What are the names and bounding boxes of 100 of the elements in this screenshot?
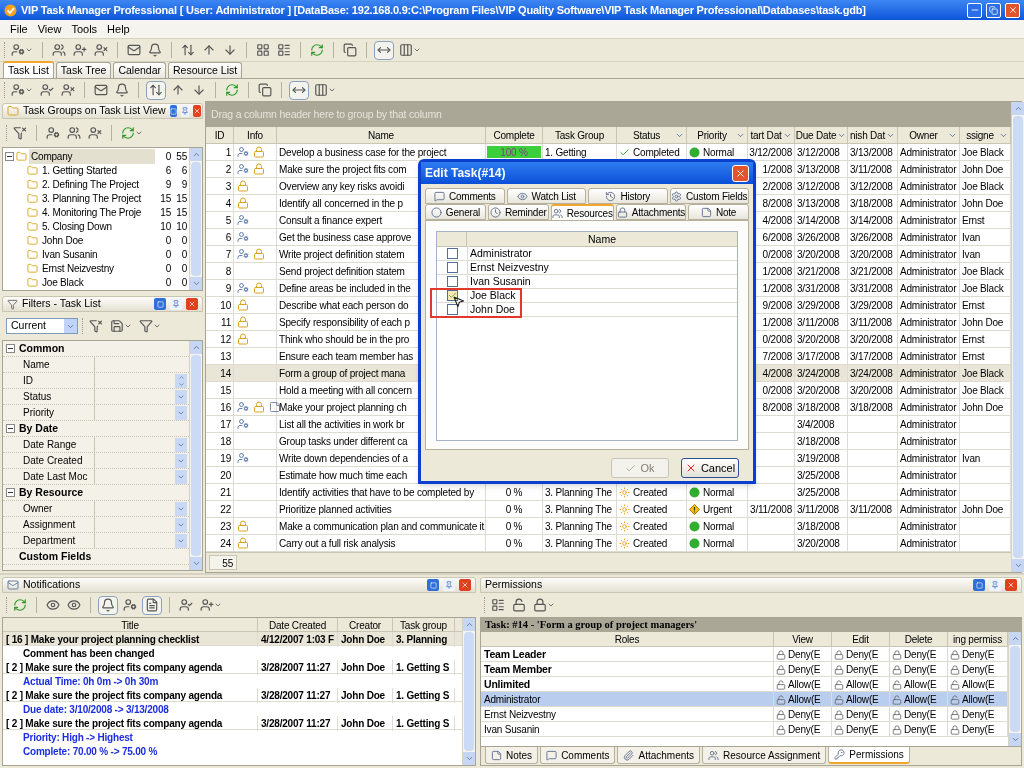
task-row[interactable]: 23 Make a communication plan and communicate it 0 % 3. Planning The Created Normal 3/18/2008 Administrator <box>206 518 1011 535</box>
column-header[interactable]: Due Date <box>795 127 848 143</box>
permission-row[interactable]: Unlimited Allow(E Allow(E Allow(E Allow(E <box>481 677 1008 692</box>
menu-item[interactable]: View <box>37 20 62 38</box>
dialog-tab[interactable]: Comments <box>425 188 505 204</box>
view-tab[interactable]: Calendar <box>113 62 166 78</box>
tree-item[interactable]: 2. Defining The Project <box>40 176 155 192</box>
menu-item[interactable]: Help <box>107 20 130 38</box>
task-row[interactable]: 21 Identify activities that have to be completed by 0 % 3. Planning The Created Normal 3/25/2008 Administrator <box>206 484 1011 501</box>
scroll-down-icon[interactable] <box>464 754 474 763</box>
view-tab[interactable]: Task Tree <box>55 62 112 78</box>
cancel-button[interactable]: Cancel <box>681 458 739 478</box>
person-icon[interactable] <box>551 207 563 219</box>
lock-icon[interactable] <box>616 206 628 218</box>
filter-icon[interactable] <box>139 319 153 333</box>
dialog-tab[interactable]: Resources <box>550 204 614 220</box>
key-icon[interactable] <box>834 749 846 760</box>
scrollbar[interactable] <box>1008 632 1021 746</box>
column-header[interactable]: Owner <box>898 127 960 143</box>
columns-icon[interactable] <box>314 83 328 97</box>
permission-row[interactable]: Team Leader Deny(E Deny(E Deny(E Deny(E <box>481 647 1008 662</box>
caret-icon[interactable] <box>547 601 555 609</box>
column-header[interactable]: Status <box>617 127 687 143</box>
scroll-down-icon[interactable] <box>191 279 201 288</box>
scrollbar[interactable] <box>189 148 202 290</box>
tree-item[interactable]: Company <box>29 148 155 164</box>
dialog-tab[interactable]: General <box>425 204 486 220</box>
scroll-down-icon[interactable] <box>1013 561 1023 570</box>
dialog-tab[interactable]: Attachments <box>615 204 687 220</box>
dialog-tab[interactable]: History <box>588 188 668 204</box>
gear-icon[interactable] <box>671 190 683 202</box>
alarm-clock-icon[interactable] <box>489 206 501 218</box>
notification-row[interactable]: [ 2 ] Make sure the project fits company agenda 3/28/2007 11:27 John Doe 1. Getting S <box>3 660 462 674</box>
up-icon[interactable] <box>177 373 185 381</box>
bottom-tab[interactable]: Attachments <box>617 747 701 764</box>
tree-item[interactable]: 3. Planning The Project <box>40 190 155 206</box>
caret-icon[interactable] <box>413 46 421 54</box>
column-header[interactable]: Name <box>277 127 486 143</box>
column-header[interactable]: Info <box>234 127 277 143</box>
menu-item[interactable]: File <box>10 20 28 38</box>
clock-icon[interactable] <box>605 190 617 202</box>
checkbox[interactable] <box>446 276 458 287</box>
save-icon[interactable] <box>110 319 124 333</box>
scroll-up-icon[interactable] <box>464 620 474 629</box>
permission-row[interactable]: Team Member Deny(E Deny(E Deny(E Deny(E <box>481 662 1008 677</box>
expand-toggle[interactable] <box>6 488 15 497</box>
scrollbar[interactable] <box>462 618 475 765</box>
expand-toggle[interactable] <box>6 344 15 353</box>
tree-item[interactable]: Ernst Neizvestny <box>40 260 155 276</box>
scroll-up-icon[interactable] <box>191 150 201 159</box>
spin-button[interactable] <box>175 373 187 388</box>
caret-icon[interactable] <box>328 86 336 94</box>
task-row[interactable]: 24 Carry out a full risk analysis 0 % 3. Planning The Created Normal 3/20/2008 Administrator <box>206 535 1011 552</box>
permission-row[interactable]: Ivan Susanin Deny(E Deny(E Deny(E Deny(E <box>481 722 1008 737</box>
permission-row[interactable]: Administrator Allow(E Allow(E Allow(E Allow(E <box>481 692 1008 707</box>
column-header[interactable]: ID <box>206 127 234 143</box>
dialog-tab[interactable]: Custom Fields <box>669 188 749 204</box>
dialog-tab[interactable]: Watch List <box>506 188 586 204</box>
expand-toggle[interactable] <box>5 151 14 161</box>
eye-icon[interactable] <box>516 190 528 202</box>
paperclip-icon[interactable] <box>623 749 635 761</box>
scrollbar[interactable] <box>189 341 202 570</box>
menu-item[interactable]: Tools <box>71 20 98 38</box>
task-row[interactable]: 1 Develop a business case for the project 100 % 1. Getting Completed Normal 3/12/2008 3/12/2008 3/13/2008 Administrator Joe Black <box>206 144 1011 161</box>
caret-icon[interactable] <box>25 86 33 94</box>
scroll-up-icon[interactable] <box>191 343 201 352</box>
scrollbar[interactable] <box>1011 102 1024 572</box>
column-header[interactable]: tart Dat <box>748 127 795 143</box>
dialog-tab[interactable]: Reminder <box>487 204 549 220</box>
column-header[interactable]: Task Group <box>543 127 617 143</box>
checkbox[interactable] <box>446 248 458 259</box>
checkbox[interactable] <box>446 290 458 301</box>
lock-icon[interactable] <box>533 598 547 612</box>
bottom-tab[interactable]: Notes <box>485 747 539 764</box>
dialog-tab[interactable]: Note <box>688 204 749 220</box>
sphere-icon[interactable] <box>430 206 442 218</box>
column-header[interactable]: nish Dat <box>848 127 898 143</box>
refresh-icon[interactable] <box>121 126 135 140</box>
columns-icon[interactable] <box>399 43 413 57</box>
permission-row[interactable]: Ernst Neizvestny Deny(E Deny(E Deny(E Deny(E <box>481 707 1008 722</box>
scroll-up-icon[interactable] <box>1013 104 1023 113</box>
caret-icon[interactable] <box>124 322 132 330</box>
note-icon[interactable] <box>700 206 712 218</box>
scroll-down-icon[interactable] <box>1010 735 1020 744</box>
note-icon[interactable] <box>491 749 502 761</box>
tree-item[interactable]: 5. Closing Down <box>40 218 155 234</box>
column-header[interactable]: Complete <box>486 127 543 143</box>
preset-dropdown[interactable]: Current <box>6 318 78 334</box>
user-gear-icon[interactable] <box>11 43 25 57</box>
view-tab[interactable]: Task List <box>3 61 54 78</box>
bottom-tab[interactable]: Comments <box>540 747 616 764</box>
tree-item[interactable]: Ivan Susanin <box>40 246 155 262</box>
scroll-down-icon[interactable] <box>191 559 201 568</box>
caret-icon[interactable] <box>25 46 33 54</box>
notification-row[interactable]: [ 16 ] Make your project planning checklist 4/12/2007 1:03 F John Doe 3. Planning <box>3 632 462 646</box>
notification-row[interactable]: [ 2 ] Make sure the project fits company agenda 3/28/2007 11:27 John Doe 1. Getting S <box>3 688 462 702</box>
task-row[interactable]: 22 Prioritize planned activities 0 % 3. Planning The Created Urgent 3/11/2008 3/11/2008 3/11/2008 Administrator John Doe <box>206 501 1011 518</box>
tree-item[interactable]: John Doe <box>40 232 155 248</box>
comment-icon[interactable] <box>546 749 558 761</box>
caret-icon[interactable] <box>153 322 161 330</box>
